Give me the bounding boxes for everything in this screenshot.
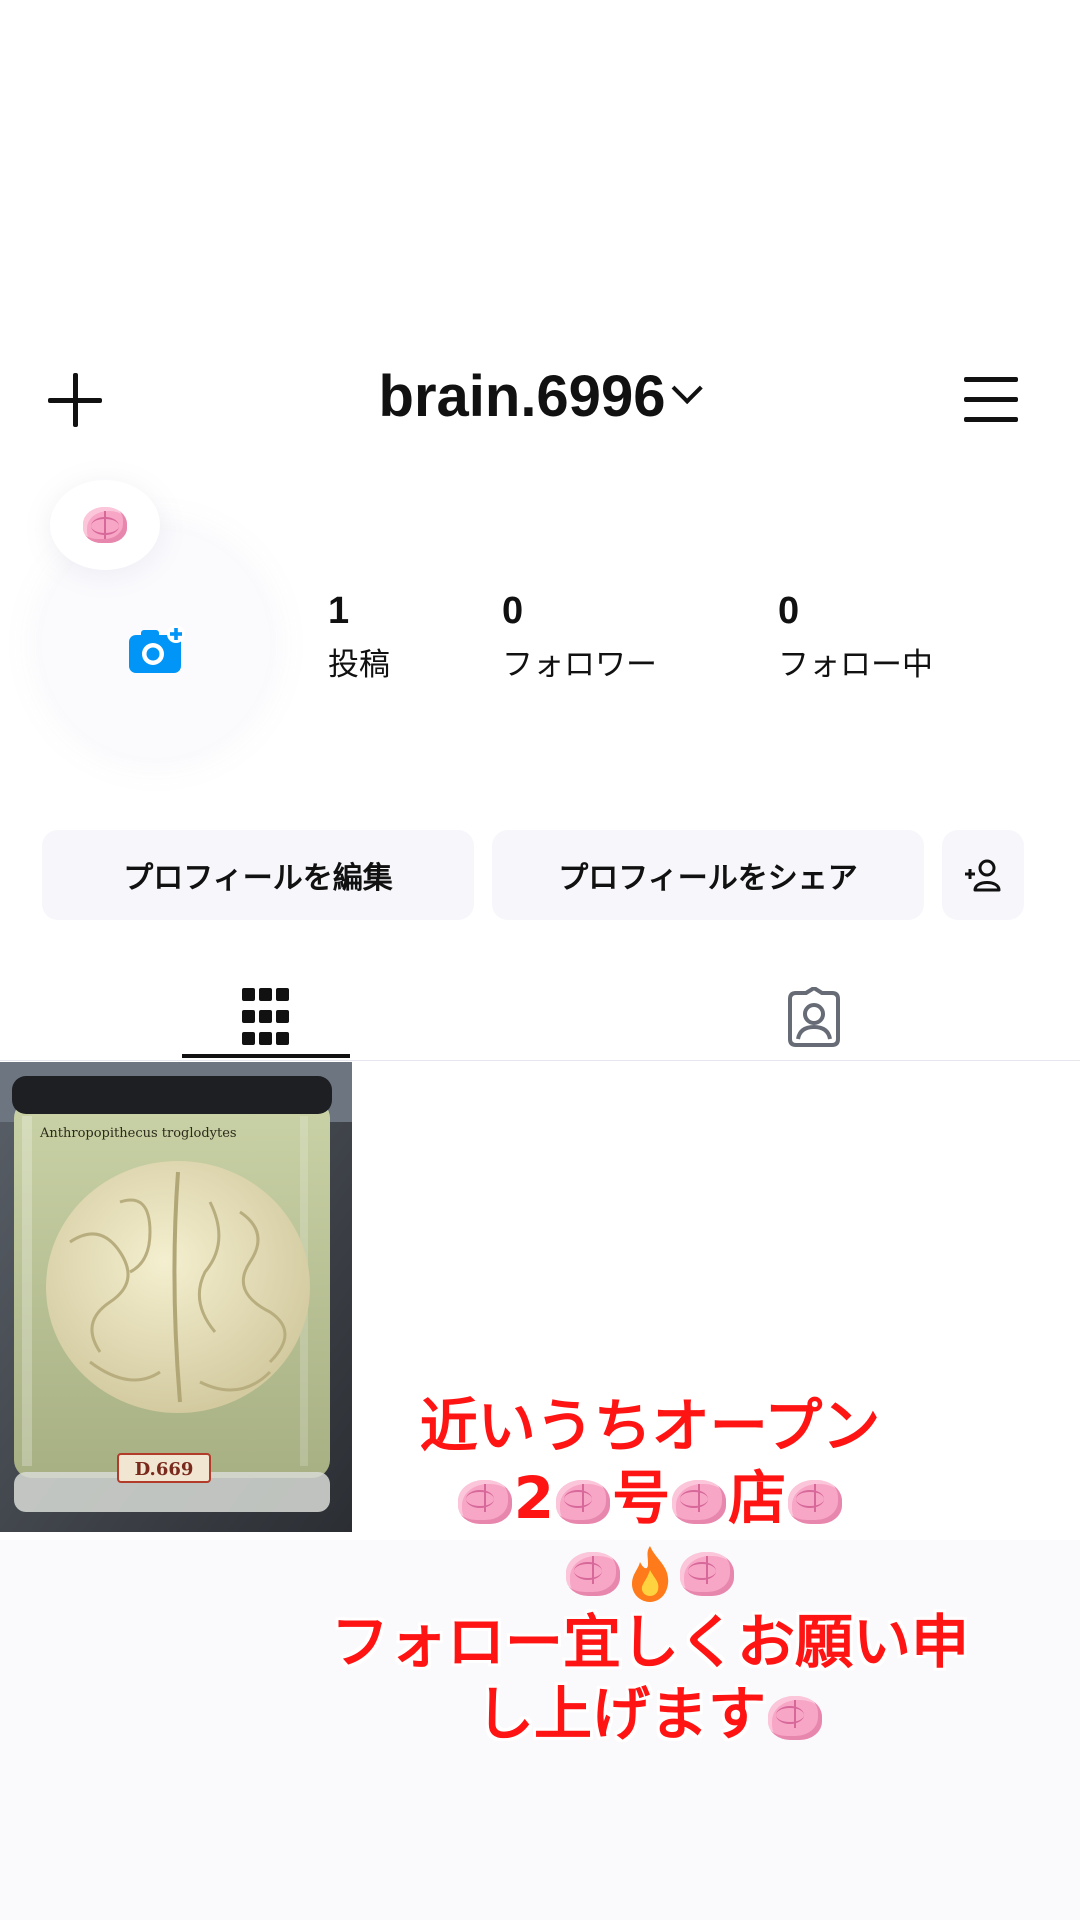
profile-header: brain.6996 [0, 355, 1080, 445]
store-number: 2 [513, 1464, 555, 1532]
brain-icon [788, 1479, 843, 1524]
jar-tag-label: D.669 [135, 1459, 194, 1480]
story-line-5: し上げます [270, 1678, 1030, 1750]
jar-species-label: Anthropopithecus troglodytes [39, 1126, 237, 1141]
menu-icon[interactable] [964, 377, 1018, 423]
note-bubble[interactable] [50, 480, 160, 570]
store-go-label: 号 [612, 1464, 671, 1532]
tab-posts-grid[interactable] [182, 968, 350, 1066]
menu-line [964, 397, 1018, 402]
stat-posts[interactable]: 1 投稿 [328, 590, 390, 684]
posts-label: 投稿 [328, 647, 390, 683]
fire-icon [632, 1545, 669, 1602]
username: brain.6996 [378, 364, 666, 429]
share-profile-button[interactable]: プロフィールをシェア [492, 830, 924, 920]
story-line-3 [270, 1534, 1030, 1606]
menu-line [964, 417, 1018, 422]
store-label: 店 [728, 1464, 787, 1532]
story-line-2: 2号店 [270, 1462, 1030, 1534]
avatar[interactable] [42, 530, 270, 758]
tabs-divider [0, 1060, 1080, 1061]
brain-icon [566, 1551, 620, 1596]
brain-icon [83, 507, 127, 543]
story-line-1: 近いうちオープン [419, 1392, 881, 1460]
stat-following[interactable]: 0 フォロー中 [778, 590, 933, 684]
posts-count: 1 [328, 590, 350, 632]
followers-count: 0 [502, 590, 524, 632]
tab-tagged[interactable] [730, 968, 898, 1066]
story-line-5-text: し上げます [475, 1680, 766, 1748]
menu-line [964, 377, 1018, 382]
story-overlay-text: 近いうちオープン 2号店 フォロー宜しくお願い申 し上げます [270, 1390, 1030, 1750]
edit-profile-button[interactable]: プロフィールを編集 [42, 830, 474, 920]
stat-followers[interactable]: 0 フォロワー [502, 590, 657, 684]
discover-people-button[interactable] [942, 830, 1024, 920]
following-count: 0 [778, 590, 800, 632]
active-tab-indicator [182, 1054, 350, 1058]
camera-add-icon[interactable] [127, 625, 187, 675]
profile-tabs [0, 968, 1080, 1066]
brain-icon [672, 1479, 727, 1524]
story-line-4: フォロー宜しくお願い申 [330, 1608, 969, 1676]
chevron-down-icon [672, 372, 704, 404]
account-switcher[interactable]: brain.6996 [0, 363, 1080, 430]
profile-actions: プロフィールを編集 プロフィールをシェア [42, 830, 1042, 920]
following-label: フォロー中 [778, 647, 933, 683]
brain-icon [556, 1479, 611, 1524]
brain-icon [768, 1695, 822, 1740]
brain-icon [680, 1551, 734, 1596]
add-person-icon [965, 859, 1001, 892]
brain-icon [457, 1479, 512, 1524]
followers-label: フォロワー [502, 647, 657, 683]
tagged-person-icon [788, 987, 840, 1047]
grid-icon [242, 988, 289, 1045]
